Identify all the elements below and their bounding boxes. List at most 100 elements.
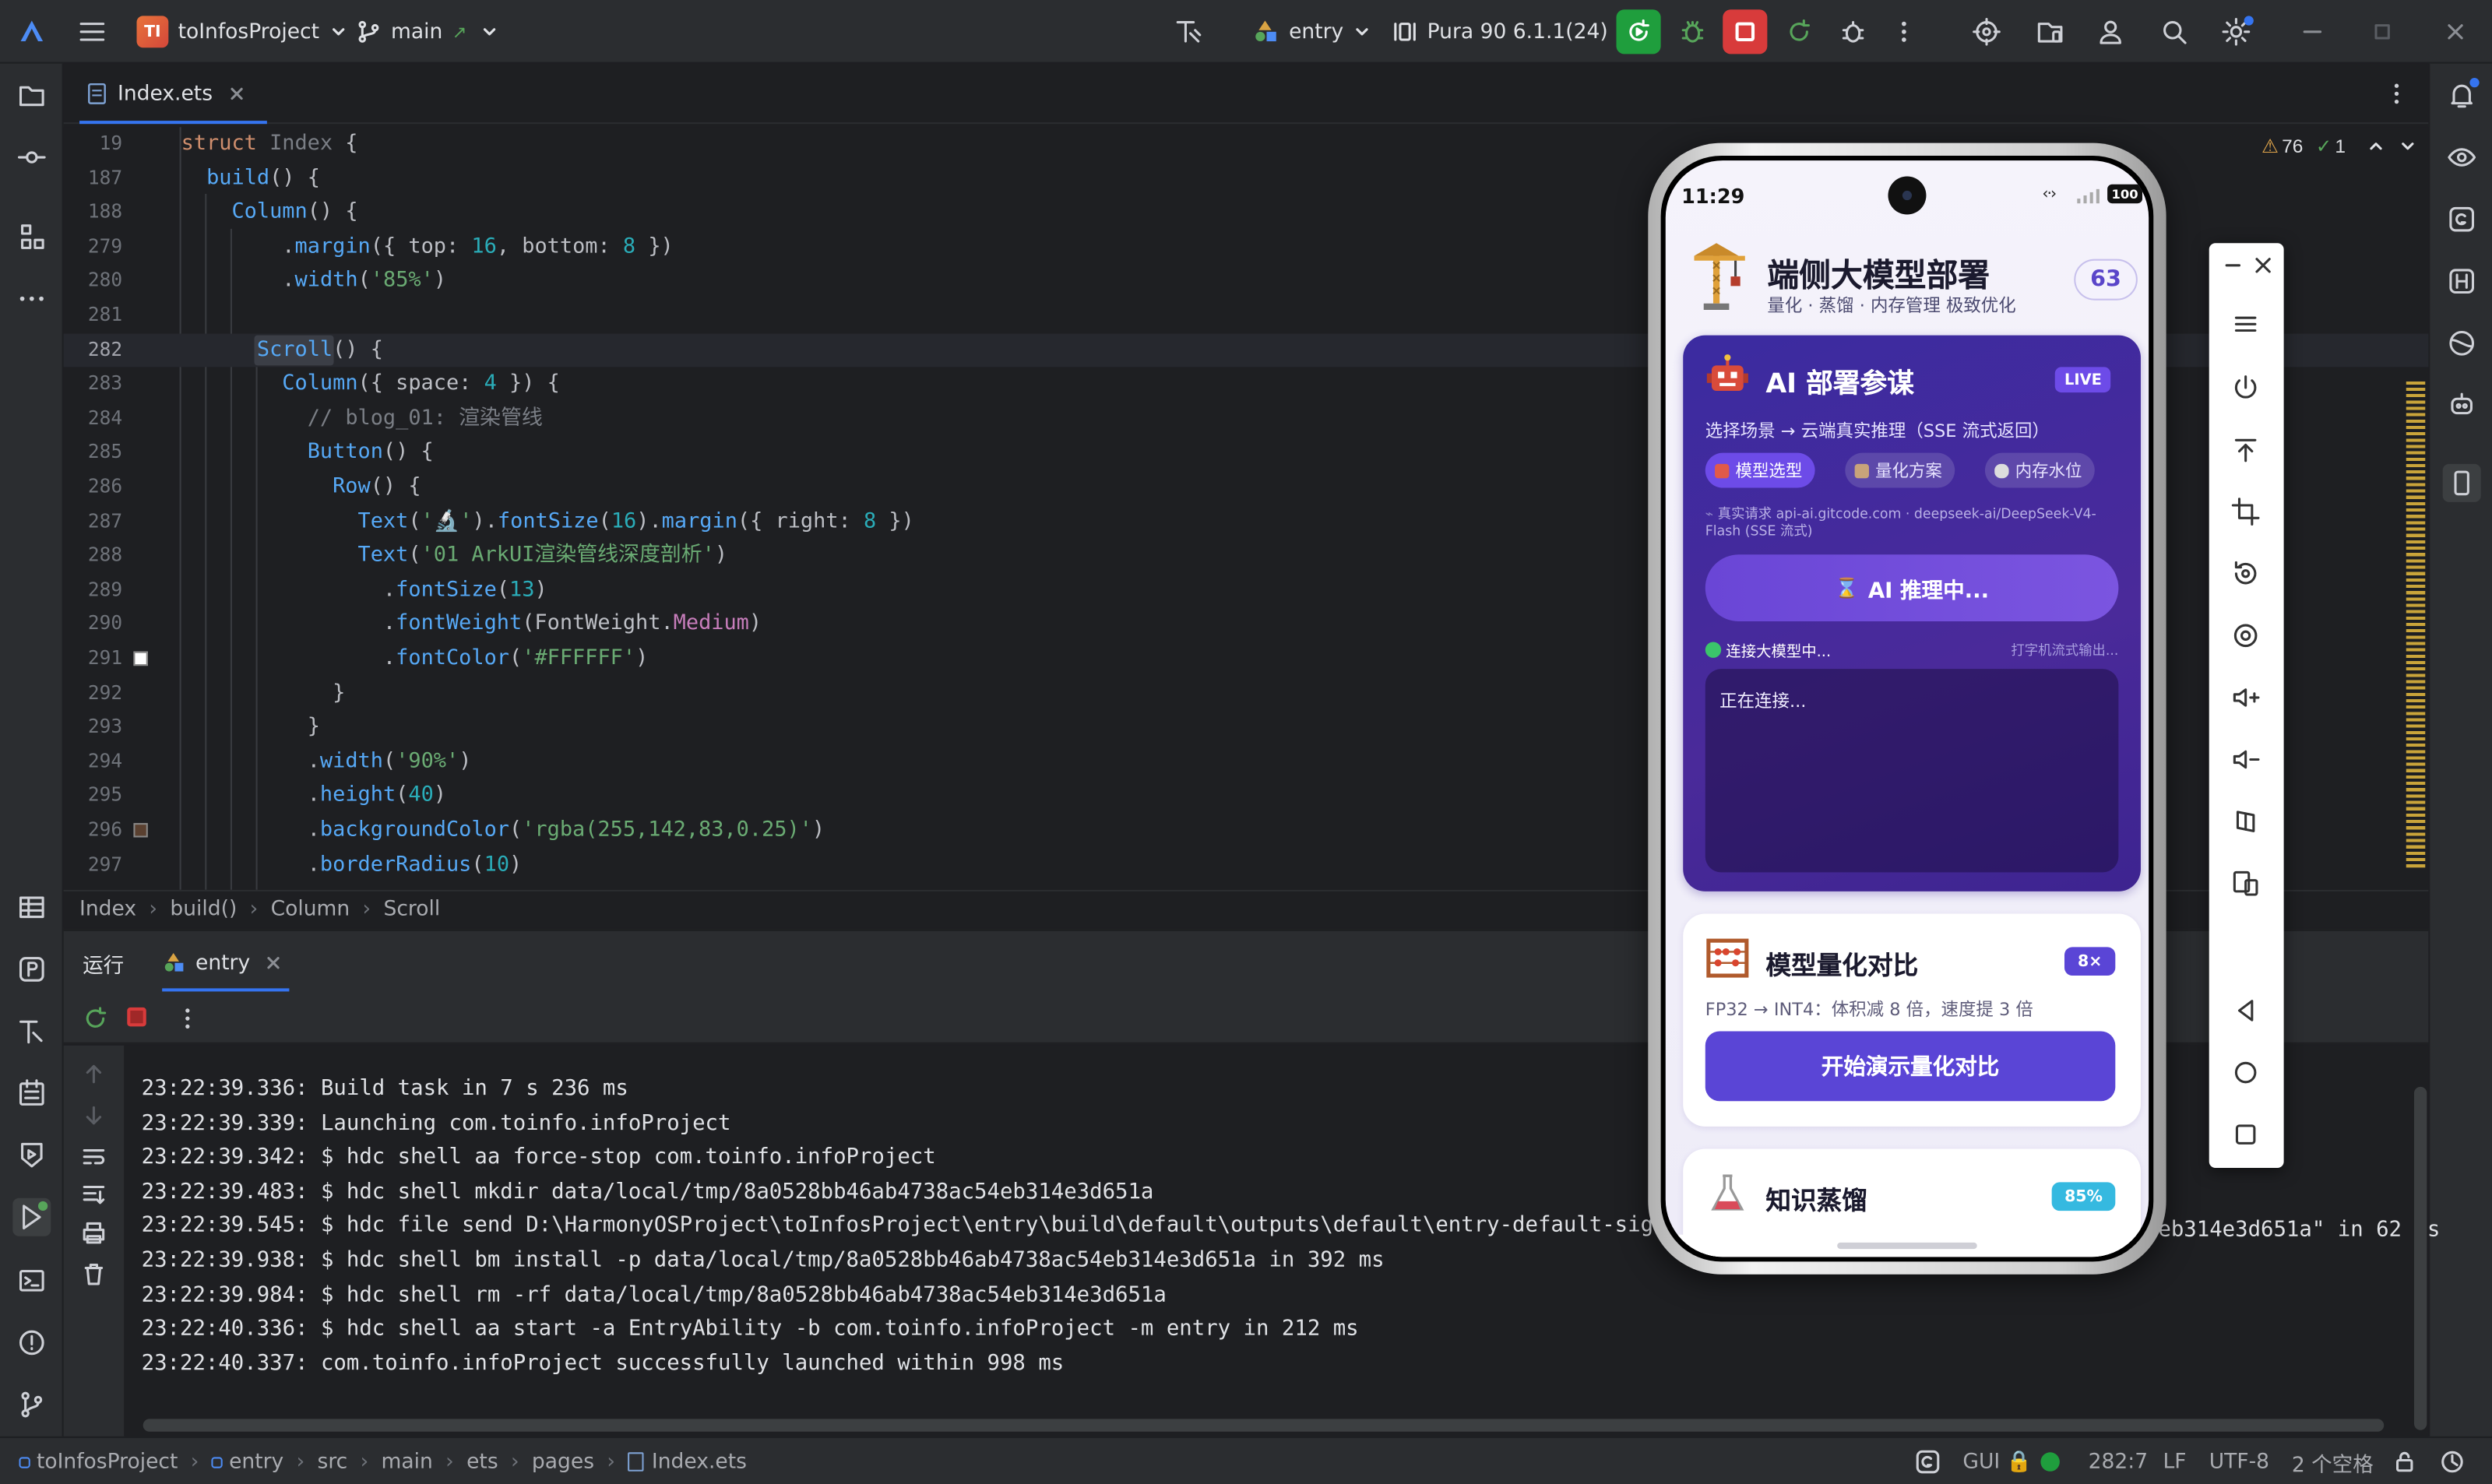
line-number[interactable]: 296 xyxy=(64,814,122,848)
profiler-icon[interactable] xyxy=(12,950,51,988)
more-actions-icon[interactable] xyxy=(1885,12,1923,51)
ai-inference-button[interactable]: ⌛ AI 推理中... xyxy=(1705,554,2119,621)
soft-wrap-icon[interactable] xyxy=(81,1144,107,1169)
power-save-icon[interactable] xyxy=(2440,1438,2466,1484)
code-text[interactable]: .borderRadius(10) xyxy=(181,848,523,882)
target-icon[interactable] xyxy=(1968,12,2006,51)
code-text[interactable]: // blog_01: 渲染管线 xyxy=(181,402,543,436)
line-number[interactable]: 292 xyxy=(64,677,122,711)
start-quantization-demo-button[interactable]: 开始演示量化对比 xyxy=(1705,1031,2116,1102)
branch-switcher[interactable]: main ↗ xyxy=(356,0,498,64)
readonly-lock-icon[interactable] xyxy=(2393,1438,2416,1484)
file-path-breadcrumb[interactable]: toInfosProject › entry › src › main › ets › pages ›… xyxy=(19,1438,747,1484)
code-text[interactable]: .fontSize(13) xyxy=(181,573,547,607)
code-text[interactable]: Column({ space: 4 }) { xyxy=(181,367,560,402)
chip-model-selection[interactable]: 模型选型 xyxy=(1705,452,1815,488)
code-text[interactable]: build() { xyxy=(181,161,320,195)
database-icon[interactable] xyxy=(12,888,51,927)
code-text[interactable]: Text('01 ArkUI渲染管线深度剖析') xyxy=(181,539,727,573)
code-text[interactable]: } xyxy=(181,677,345,711)
path-segment[interactable]: entry xyxy=(229,1450,283,1474)
commit-icon[interactable] xyxy=(12,139,51,177)
breadcrumb-item[interactable]: Index xyxy=(79,898,136,922)
line-number[interactable]: 283 xyxy=(64,367,122,402)
hvigor-icon[interactable] xyxy=(2443,262,2481,301)
code-text[interactable]: Button() { xyxy=(181,436,434,470)
tab-options-icon[interactable] xyxy=(2384,81,2409,107)
path-segment[interactable]: ets xyxy=(466,1450,498,1474)
attach-debugger-icon[interactable] xyxy=(1834,12,1872,51)
line-number[interactable]: 282 xyxy=(64,333,122,367)
line-number[interactable]: 290 xyxy=(64,607,122,642)
path-segment[interactable]: toInfosProject xyxy=(37,1450,178,1474)
account-icon[interactable] xyxy=(2092,12,2130,51)
minimize-emulator-icon[interactable] xyxy=(2223,256,2242,275)
crop-icon[interactable] xyxy=(2228,494,2263,529)
debug-icon[interactable] xyxy=(1674,12,1712,51)
line-number[interactable]: 293 xyxy=(64,711,122,745)
scroll-to-end-icon[interactable] xyxy=(81,1182,107,1208)
structure-icon[interactable] xyxy=(12,218,51,256)
line-number[interactable]: 289 xyxy=(64,573,122,607)
code-text[interactable]: .margin({ top: 16, bottom: 8 }) xyxy=(181,230,674,265)
tab-index-ets[interactable]: Index.ets xyxy=(79,64,267,125)
device-emulator-icon[interactable] xyxy=(2442,463,2481,502)
apply-changes-icon[interactable] xyxy=(1780,12,1818,51)
scroll-up-icon[interactable] xyxy=(81,1061,107,1087)
code-text[interactable]: .width('85%') xyxy=(181,265,446,299)
color-swatch-icon[interactable] xyxy=(133,823,148,838)
search-icon[interactable] xyxy=(2155,12,2193,51)
more-actions-icon[interactable] xyxy=(174,1006,200,1032)
codegenie-icon[interactable] xyxy=(2443,386,2481,424)
version-control-icon[interactable] xyxy=(12,1386,51,1424)
line-number[interactable]: 287 xyxy=(64,505,122,539)
problems-icon[interactable] xyxy=(12,1324,51,1362)
console-scrollbar[interactable] xyxy=(2413,1086,2427,1430)
code-text[interactable]: .backgroundColor('rgba(255,142,83,0.25)'… xyxy=(181,814,825,848)
code-text[interactable]: Scroll() { xyxy=(181,333,383,367)
line-number[interactable]: 294 xyxy=(64,745,122,779)
color-swatch-icon[interactable] xyxy=(133,651,148,666)
hvigor-status-icon[interactable] xyxy=(1915,1438,1941,1484)
line-number[interactable]: 279 xyxy=(64,230,122,265)
code-text[interactable]: Row() { xyxy=(181,470,421,505)
line-number[interactable]: 295 xyxy=(64,779,122,814)
gui-status[interactable]: GUI 🔒 xyxy=(1962,1438,2032,1484)
code-text[interactable]: .height(40) xyxy=(181,779,446,814)
line-number[interactable]: 284 xyxy=(64,402,122,436)
settings-gear-icon[interactable] xyxy=(2217,12,2255,51)
line-number[interactable]: 19 xyxy=(64,127,122,161)
error-stripe[interactable] xyxy=(2406,381,2426,868)
notifications-icon[interactable] xyxy=(2443,76,2481,114)
line-number[interactable]: 286 xyxy=(64,470,122,505)
home-indicator[interactable] xyxy=(1837,1242,1977,1250)
code-text[interactable]: .fontColor('#FFFFFF') xyxy=(181,642,649,676)
minimize-window-icon[interactable] xyxy=(2293,12,2332,51)
breadcrumb-item[interactable]: Column xyxy=(271,898,350,922)
emulator-menu-icon[interactable] xyxy=(2228,307,2263,342)
gradle-icon[interactable] xyxy=(2443,200,2481,238)
project-switcher[interactable]: TI toInfosProject xyxy=(136,0,348,64)
main-menu-icon[interactable] xyxy=(73,12,111,51)
line-number[interactable]: 288 xyxy=(64,539,122,573)
code-text[interactable]: struct Index { xyxy=(181,127,358,161)
pin-top-icon[interactable] xyxy=(2228,432,2263,467)
maximize-window-icon[interactable] xyxy=(2364,12,2402,51)
recents-nav-icon[interactable] xyxy=(2228,1117,2263,1152)
project-view-icon[interactable] xyxy=(12,76,51,114)
rerun-button[interactable] xyxy=(1616,9,1661,55)
file-encoding[interactable]: UTF-8 xyxy=(2209,1438,2269,1484)
code-text[interactable]: } xyxy=(181,711,320,745)
terminal-icon[interactable] xyxy=(12,1261,51,1299)
path-segment[interactable]: main xyxy=(382,1450,433,1474)
fold-icon[interactable] xyxy=(2228,804,2263,839)
rerun-icon[interactable] xyxy=(83,1006,108,1032)
inspection-widget[interactable]: ⚠ 76 ✓ 1 xyxy=(2261,135,2416,157)
breadcrumb-item[interactable]: Scroll xyxy=(384,898,441,922)
back-nav-icon[interactable] xyxy=(2228,993,2263,1029)
volume-up-icon[interactable] xyxy=(2228,680,2263,715)
code-text[interactable]: .width('90%') xyxy=(181,745,472,779)
power-icon[interactable] xyxy=(2228,371,2263,406)
close-window-icon[interactable] xyxy=(2437,12,2475,51)
indent-setting[interactable]: 2 个空格 xyxy=(2292,1438,2374,1484)
